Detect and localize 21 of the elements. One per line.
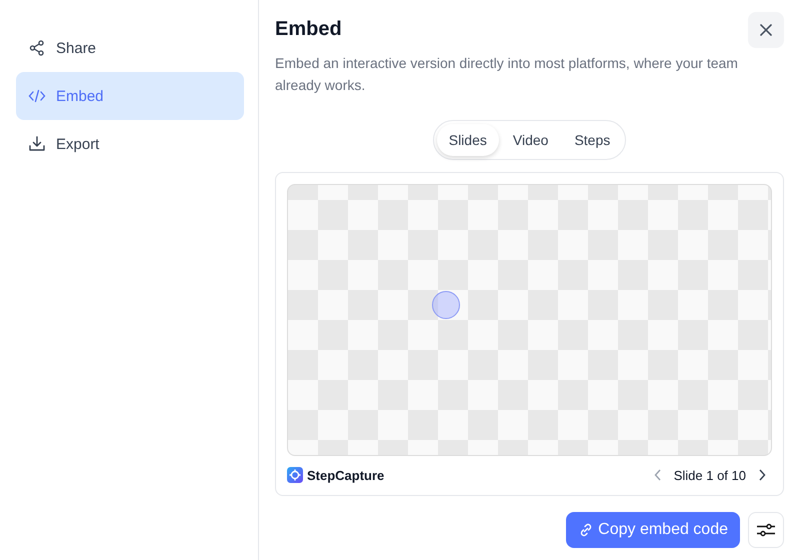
sliders-icon — [756, 522, 776, 538]
tab[interactable]: Video — [500, 124, 560, 156]
panel-title: Embed — [275, 18, 342, 41]
sidebar-item[interactable]: Share — [16, 24, 244, 72]
tab[interactable]: Steps — [562, 124, 622, 156]
slide-counter: Slide 1 of 10 — [674, 468, 746, 482]
copy-embed-code-button[interactable]: Copy embed code — [566, 512, 740, 548]
sidebar-item[interactable]: Embed — [16, 72, 244, 120]
logo-icon — [287, 467, 303, 483]
code-icon — [28, 87, 46, 105]
download-icon — [28, 135, 46, 153]
close-button[interactable] — [748, 12, 784, 48]
brand-name: StepCapture — [307, 468, 384, 482]
panel-description: Embed an interactive version directly into most platforms, where your team already works. — [275, 54, 739, 95]
sidebar-item[interactable]: Export — [16, 120, 244, 168]
cursor-marker-icon — [432, 291, 460, 319]
share-icon — [28, 39, 46, 57]
tab[interactable]: Slides — [436, 124, 499, 156]
close-icon — [759, 23, 773, 37]
next-icon[interactable] — [758, 469, 766, 481]
settings-button[interactable] — [748, 512, 784, 548]
